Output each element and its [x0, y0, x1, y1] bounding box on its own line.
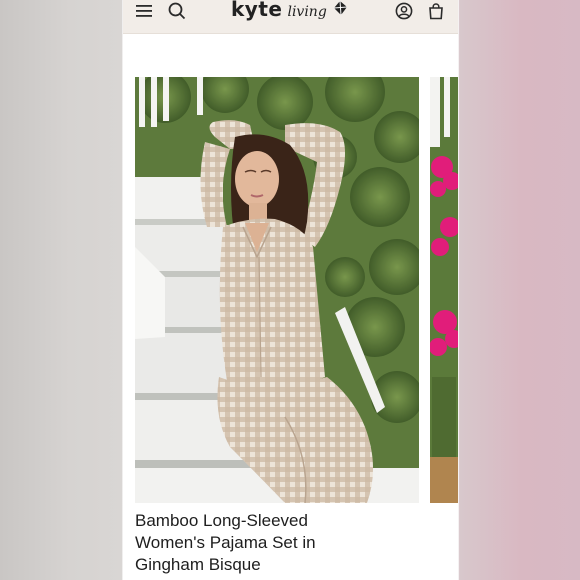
account-button[interactable] — [393, 0, 415, 22]
site-header: kyte living — [123, 0, 458, 34]
shopping-bag-icon — [429, 3, 443, 20]
cart-button[interactable] — [425, 0, 447, 22]
next-product-image[interactable] — [430, 77, 458, 503]
search-button[interactable] — [166, 0, 188, 22]
brand-name: kyte — [231, 0, 283, 21]
search-icon — [168, 2, 186, 20]
mobile-screen: kyte living Bamboo Long-Sleeved Women's … — [123, 0, 458, 580]
brand-logo[interactable]: kyte living — [231, 0, 348, 21]
spacer — [123, 34, 458, 77]
hamburger-menu-icon — [136, 5, 152, 17]
kite-logo-icon — [333, 0, 347, 16]
product-title-line-1: Bamboo Long-Sleeved — [135, 511, 308, 530]
menu-button[interactable] — [133, 0, 155, 22]
product-title-line-2: Women's Pajama Set in — [135, 533, 316, 552]
brand-tagline: living — [287, 4, 327, 20]
product-title[interactable]: Bamboo Long-Sleeved Women's Pajama Set i… — [135, 510, 435, 576]
product-title-line-3: Gingham Bisque — [135, 555, 261, 574]
account-icon — [395, 2, 413, 20]
product-image[interactable] — [135, 77, 419, 503]
